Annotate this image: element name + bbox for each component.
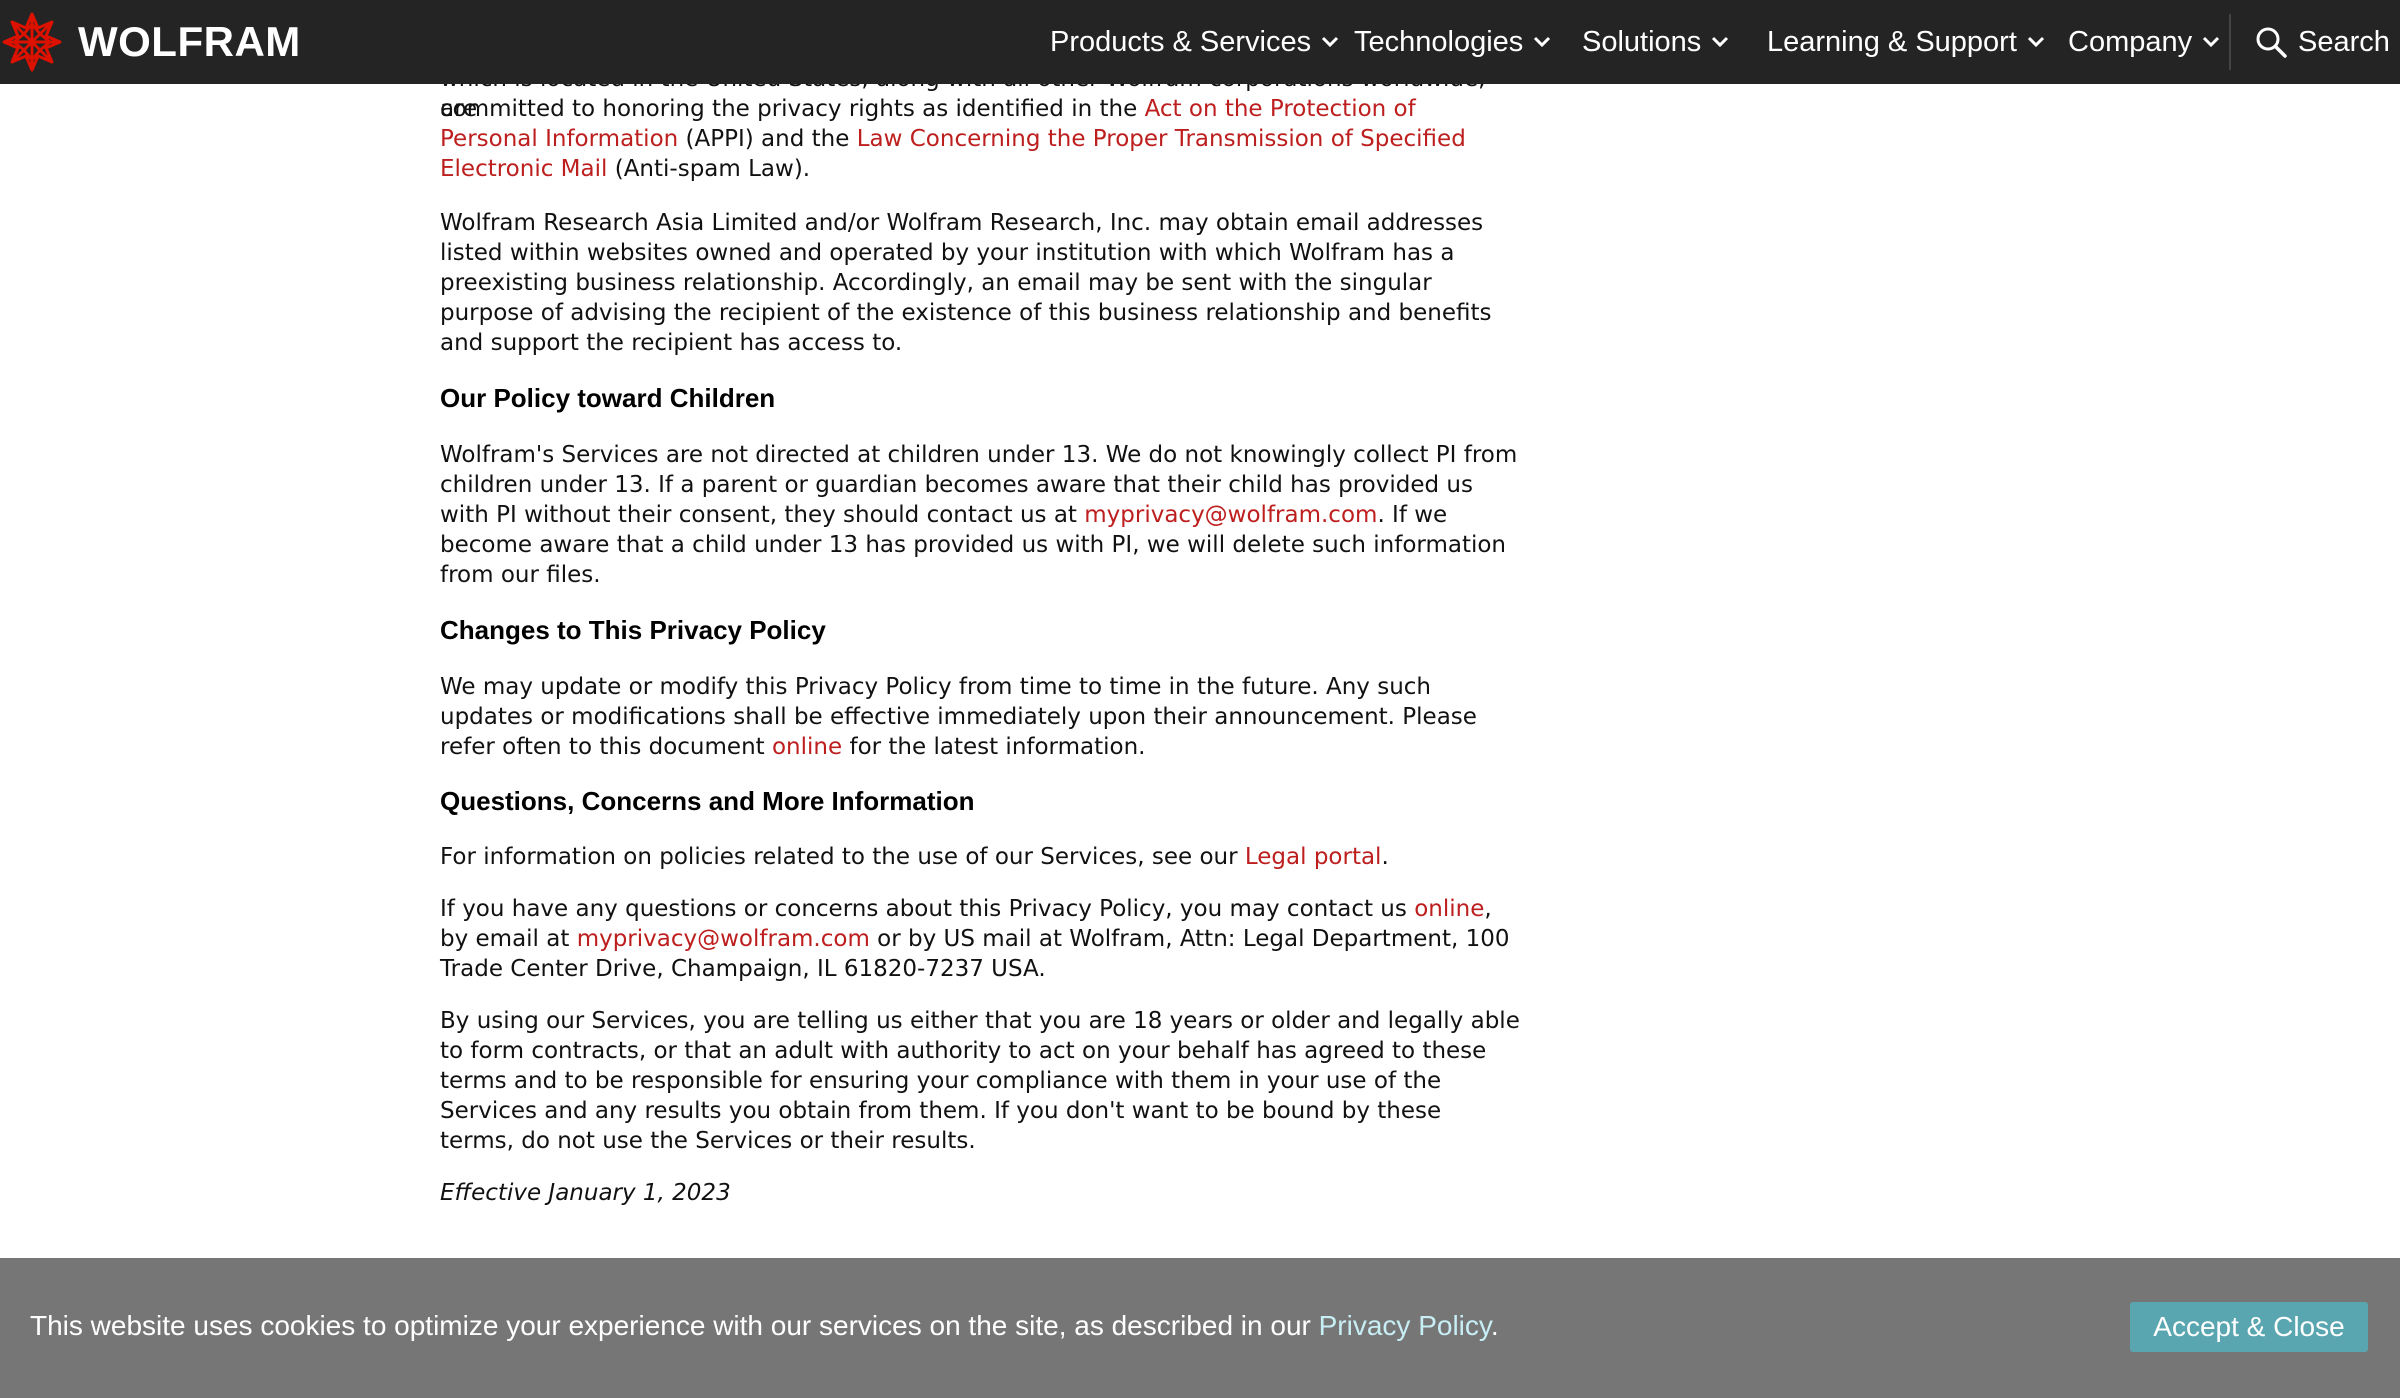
chevron-down-icon — [1321, 36, 1339, 48]
nav-label: Technologies — [1354, 25, 1524, 58]
nav-products-services[interactable]: Products & Services — [1050, 0, 1339, 84]
cookie-banner: This website uses cookies to optimize yo… — [0, 1258, 2400, 1398]
heading-changes: Changes to This Privacy Policy — [440, 615, 826, 645]
chevron-down-icon — [2027, 36, 2045, 48]
chevron-down-icon — [1533, 36, 1551, 48]
email-addresses-paragraph: Wolfram Research Asia Limited and/or Wol… — [440, 210, 1492, 356]
nav-label: Solutions — [1582, 25, 1702, 58]
nav-label: Products & Services — [1050, 25, 1312, 58]
intro-text: (APPI) and the — [678, 126, 857, 152]
top-navigation-bar: WOLFRAM Products & Services Technologies… — [0, 0, 2400, 84]
cookie-text: This website uses cookies to optimize yo… — [30, 1310, 1319, 1341]
cookie-privacy-policy-link[interactable]: Privacy Policy — [1319, 1310, 1491, 1341]
intro-paragraph: committed to honoring the privacy rights… — [440, 94, 1520, 184]
legal-text: . — [1381, 844, 1389, 870]
search-icon — [2254, 25, 2288, 59]
chevron-down-icon — [1711, 36, 1729, 48]
intro-text: (Anti-spam Law). — [607, 156, 811, 182]
cookie-message: This website uses cookies to optimize yo… — [30, 1306, 1499, 1346]
contact-online-link[interactable]: online — [1414, 896, 1484, 922]
changes-text: for the latest information. — [842, 734, 1146, 760]
intro-text: committed to honoring the privacy rights… — [440, 96, 1145, 122]
terms-paragraph: By using our Services, you are telling u… — [440, 1008, 1520, 1154]
heading-questions: Questions, Concerns and More Information — [440, 786, 975, 816]
contact-text: If you have any questions or concerns ab… — [440, 896, 1415, 922]
changes-paragraph: We may update or modify this Privacy Pol… — [440, 672, 1520, 762]
nav-label: Company — [2068, 25, 2193, 58]
legal-text: For information on policies related to t… — [440, 844, 1245, 870]
nav-label: Learning & Support — [1767, 25, 2017, 58]
nav-solutions[interactable]: Solutions — [1582, 0, 1729, 84]
wolfram-spikey-icon — [0, 10, 64, 74]
contact-paragraph: If you have any questions or concerns ab… — [440, 894, 1520, 984]
logo-text: WOLFRAM — [78, 18, 301, 65]
legal-portal-link[interactable]: Legal portal — [1245, 844, 1382, 870]
accept-close-button[interactable]: Accept & Close — [2130, 1302, 2368, 1352]
contact-email-link[interactable]: myprivacy@wolfram.com — [577, 926, 870, 952]
nav-technologies[interactable]: Technologies — [1354, 0, 1551, 84]
nav-divider — [2229, 14, 2231, 70]
privacy-email-link[interactable]: myprivacy@wolfram.com — [1084, 502, 1377, 528]
chevron-down-icon — [2202, 36, 2220, 48]
wolfram-logo[interactable]: WOLFRAM — [0, 10, 301, 74]
online-link[interactable]: online — [772, 734, 842, 760]
children-paragraph: Wolfram's Services are not directed at c… — [440, 440, 1520, 590]
search-label: Search — [2298, 25, 2390, 58]
effective-date: Effective January 1, 2023 — [440, 1180, 731, 1206]
legal-portal-paragraph: For information on policies related to t… — [440, 842, 1520, 872]
cookie-text: . — [1490, 1310, 1499, 1341]
nav-company[interactable]: Company — [2068, 0, 2220, 84]
nav-learning-support[interactable]: Learning & Support — [1767, 0, 2045, 84]
search-button[interactable]: Search — [2254, 0, 2390, 84]
heading-children: Our Policy toward Children — [440, 383, 776, 413]
